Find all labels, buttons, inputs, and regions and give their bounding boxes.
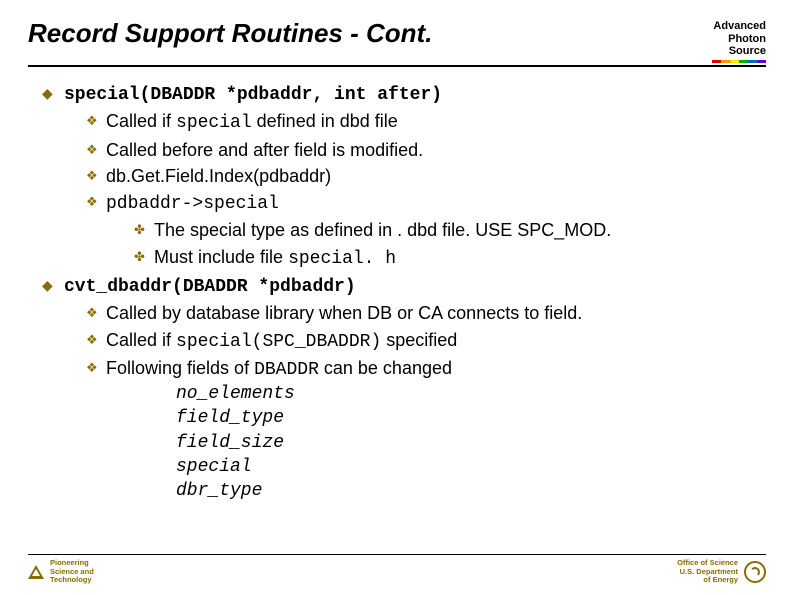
list-item: pdbaddr->special The special type as def… — [86, 190, 766, 271]
signature: special(DBADDR *pdbaddr, int after) — [64, 85, 442, 105]
text: Called before and after field is modifie… — [106, 140, 423, 160]
text: Called by database library when DB or CA… — [106, 303, 582, 323]
divider — [28, 65, 766, 67]
content: special(DBADDR *pdbaddr, int after) Call… — [28, 81, 766, 504]
text: The special type as defined in . dbd fil… — [154, 220, 611, 240]
text: Called if — [106, 330, 176, 350]
list-item: Following fields of DBADDR can be change… — [86, 356, 766, 504]
list-item: special(DBADDR *pdbaddr, int after) Call… — [42, 81, 766, 271]
footer-left: Pioneering Science and Technology — [28, 559, 94, 585]
aps-logo: Advanced Photon Source — [712, 20, 766, 63]
list-item: Called if special(SPC_DBADDR) specified — [86, 328, 766, 354]
code-text: special. h — [288, 249, 396, 269]
field: no_elements — [176, 382, 766, 406]
text: can be changed — [319, 358, 452, 378]
list-item: db.Get.Field.Index(pdbaddr) — [86, 164, 766, 188]
swirl-icon — [744, 561, 766, 583]
text: Called if — [106, 111, 176, 131]
signature: cvt_dbaddr(DBADDR *pdbaddr) — [64, 277, 356, 297]
triangle-icon — [28, 565, 44, 579]
slide: Record Support Routines - Cont. Advanced… — [0, 0, 794, 504]
list-item: Must include file special. h — [134, 245, 766, 271]
code-text: db.Get.Field.Index(pdbaddr) — [106, 166, 331, 186]
list-item: The special type as defined in . dbd fil… — [134, 218, 766, 242]
footer-line: Technology — [50, 576, 94, 585]
title-row: Record Support Routines - Cont. Advanced… — [28, 18, 766, 63]
aps-logo-line: Photon — [712, 33, 766, 46]
code-text: special — [176, 113, 252, 133]
text: Following fields of — [106, 358, 254, 378]
rainbow-bar-icon — [712, 60, 766, 63]
list-item: cvt_dbaddr(DBADDR *pdbaddr) Called by da… — [42, 273, 766, 504]
footer-text: Office of Science U.S. Department of Ene… — [677, 559, 738, 585]
field: field_size — [176, 431, 766, 455]
code-text: special(SPC_DBADDR) — [176, 332, 381, 352]
footer: Pioneering Science and Technology Office… — [28, 554, 766, 585]
footer-right: Office of Science U.S. Department of Ene… — [677, 559, 766, 585]
text: Must include file — [154, 247, 288, 267]
page-title: Record Support Routines - Cont. — [28, 18, 432, 55]
aps-logo-line: Advanced — [712, 20, 766, 33]
field: special — [176, 455, 766, 479]
field-list: no_elements field_type field_size specia… — [106, 382, 766, 503]
text: defined in dbd file — [252, 111, 398, 131]
footer-line: of Energy — [677, 576, 738, 585]
field: field_type — [176, 406, 766, 430]
code-text: DBADDR — [254, 360, 319, 380]
field: dbr_type — [176, 479, 766, 503]
list-item: Called if special defined in dbd file — [86, 109, 766, 135]
list-item: Called by database library when DB or CA… — [86, 301, 766, 325]
list-item: Called before and after field is modifie… — [86, 138, 766, 162]
aps-logo-line: Source — [712, 45, 766, 58]
text: specified — [381, 330, 457, 350]
code-text: pdbaddr->special — [106, 194, 279, 214]
footer-text: Pioneering Science and Technology — [50, 559, 94, 585]
